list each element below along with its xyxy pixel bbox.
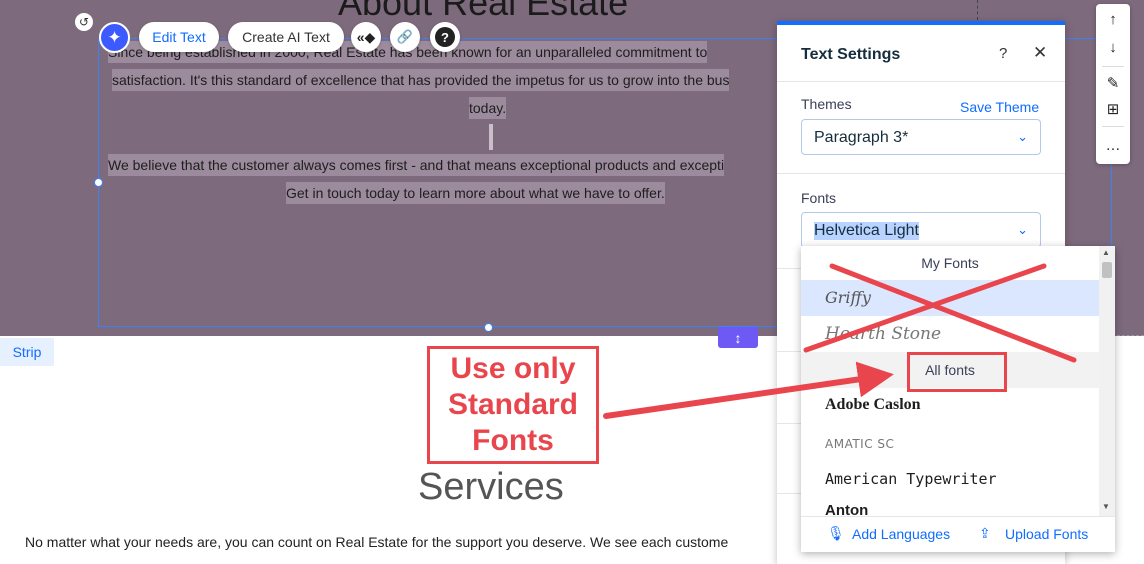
font-select[interactable]: Helvetica Light ⌄ [801, 212, 1041, 248]
panel-help-icon[interactable]: ? [999, 45, 1007, 62]
my-fonts-header: My Fonts [921, 255, 979, 271]
font-option[interactable]: American Typewriter [801, 462, 1099, 498]
help-icon[interactable]: ? [430, 22, 460, 52]
help-glyph: ? [435, 27, 455, 47]
font-option[interactable]: Adobe Caslon [801, 388, 1099, 424]
font-option-label: Adobe Caslon [825, 396, 921, 413]
theme-select[interactable]: Paragraph 3* ⌄ [801, 119, 1041, 155]
add-languages-link[interactable]: Add Languages [852, 526, 950, 542]
font-option[interactable]: AMATIC SC [801, 426, 1099, 462]
ai-assistant-icon[interactable]: ✦ [99, 22, 130, 53]
dropdown-footer: 🎙 Add Languages ⇪ Upload Fonts [801, 516, 1115, 552]
font-option[interactable]: Griffy [801, 280, 1099, 316]
scroll-down-icon[interactable]: ▼ [1102, 502, 1110, 511]
font-select-value: Helvetica Light [814, 222, 919, 240]
move-up-icon[interactable]: ↑ [1096, 6, 1130, 32]
services-paragraph[interactable]: No matter what your needs are, you can c… [25, 534, 728, 550]
resize-handle-left[interactable] [94, 178, 103, 187]
font-option-label: American Typewriter [825, 470, 997, 488]
element-mini-toolbar: ↑ ↓ ✎ ⊞ … [1096, 4, 1130, 164]
create-ai-text-button[interactable]: Create AI Text [228, 22, 344, 52]
stretch-handle-icon[interactable]: ↕ [718, 327, 758, 348]
move-down-icon[interactable]: ↓ [1096, 34, 1130, 60]
more-icon[interactable]: … [1096, 132, 1130, 158]
pen-icon[interactable]: ✎ [1096, 70, 1130, 96]
rotate-icon[interactable]: ↺ [75, 13, 93, 31]
guide-line-horizontal [1112, 335, 1144, 336]
link-icon[interactable]: 🔗 [390, 22, 420, 52]
guide-line-vertical [977, 0, 978, 20]
chevron-down-icon: ⌄ [1017, 129, 1028, 144]
mini-toolbar-divider [1102, 66, 1124, 67]
panel-divider [777, 173, 1065, 174]
font-option-label: Griffy [825, 288, 871, 307]
microphone-icon: 🎙 [827, 525, 845, 541]
theme-select-value: Paragraph 3* [814, 129, 909, 146]
edit-text-button[interactable]: Edit Text [139, 22, 219, 52]
panel-close-icon[interactable]: ✕ [1033, 43, 1047, 63]
panel-title: Text Settings [801, 46, 901, 63]
scrollbar-thumb[interactable] [1102, 262, 1112, 278]
font-option-label: Anton [825, 502, 869, 516]
font-option[interactable]: Anton [801, 498, 1099, 516]
layout-icon[interactable]: ⊞ [1096, 96, 1130, 122]
scroll-up-icon[interactable]: ▲ [1102, 248, 1110, 257]
about-section-title[interactable]: About Real Estate [338, 0, 628, 24]
upload-fonts-link[interactable]: Upload Fonts [1005, 526, 1088, 542]
font-dropdown: My Fonts Griffy Hearth Stone All fonts A… [801, 246, 1115, 552]
upload-icon: ⇪ [979, 525, 991, 541]
annotation-callout: Use only Standard Fonts [427, 346, 599, 464]
annotation-line: Use only [450, 352, 576, 385]
chevron-down-icon: ⌄ [1017, 222, 1028, 237]
strip-tag[interactable]: Strip [0, 338, 54, 366]
annotation-line: Fonts [472, 424, 554, 457]
resize-handle-bottom[interactable] [484, 323, 493, 332]
mini-toolbar-divider [1102, 126, 1124, 127]
annotation-highlight-box [907, 352, 1007, 392]
themes-label: Themes [801, 96, 852, 112]
panel-divider [777, 81, 1065, 82]
dropdown-scrollbar[interactable] [1099, 246, 1115, 516]
font-option-label: Hearth Stone [825, 324, 942, 344]
font-option-label: AMATIC SC [825, 437, 895, 451]
save-theme-link[interactable]: Save Theme [960, 99, 1039, 115]
animation-icon[interactable]: «◆ [351, 22, 381, 52]
fonts-label: Fonts [801, 190, 837, 206]
services-title[interactable]: Services [418, 466, 564, 509]
font-option[interactable]: Hearth Stone [801, 316, 1099, 352]
annotation-line: Standard [447, 388, 579, 421]
